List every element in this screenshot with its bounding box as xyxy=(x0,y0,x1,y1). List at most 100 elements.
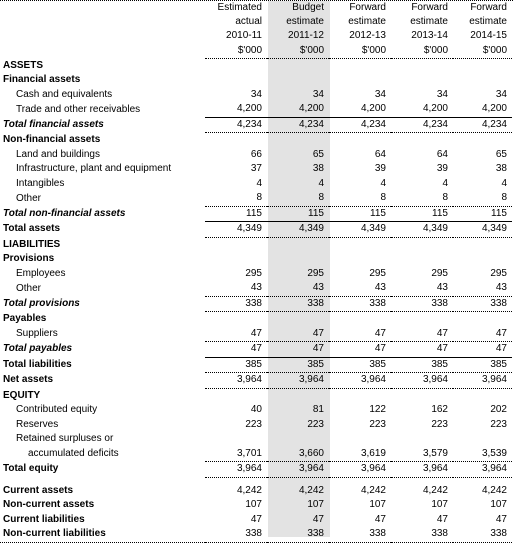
row-value: 115 xyxy=(267,206,329,223)
row-value xyxy=(205,252,267,267)
row-value xyxy=(391,73,453,88)
row-value: 202 xyxy=(490,404,507,416)
row-value: 295 xyxy=(431,267,448,279)
row-label: ASSETS xyxy=(3,59,44,71)
col-header-line1: Budget xyxy=(292,2,324,13)
row-value: 66 xyxy=(250,148,262,160)
col-header-line1: Forward xyxy=(470,2,507,13)
row-value: 115 xyxy=(391,206,453,223)
table-row: Other 43 43 43 43 43 xyxy=(0,281,512,297)
row-value xyxy=(205,58,267,73)
row-value xyxy=(453,133,512,148)
table-row: LIABILITIES xyxy=(0,237,512,252)
table-row: Payables xyxy=(0,312,512,327)
col-header-period: 2011-12 xyxy=(288,30,324,42)
row-value: 4 xyxy=(380,177,386,189)
row-value: 40 xyxy=(250,404,262,416)
row-value xyxy=(267,133,329,148)
row-value: 4,234 xyxy=(205,117,267,134)
row-value xyxy=(267,73,329,88)
row-value xyxy=(267,388,329,403)
row-value: 4,349 xyxy=(267,221,329,238)
row-value xyxy=(205,312,267,327)
table-row: Current liabilities 47 47 47 47 47 xyxy=(0,513,512,528)
row-value xyxy=(267,252,329,267)
row-label: Suppliers xyxy=(16,328,58,340)
row-value: 4,242 xyxy=(236,484,262,496)
row-value: 43 xyxy=(205,281,267,297)
table-row: Non-financial assets xyxy=(0,133,512,148)
row-value: 4,200 xyxy=(329,102,391,118)
row-label: Total provisions xyxy=(3,297,80,309)
col-header-unit: $'000 xyxy=(453,43,512,59)
row-label: Infrastructure, plant and equipment xyxy=(16,163,172,175)
row-value: 4,349 xyxy=(391,221,453,238)
col-header-period: 2010-11 xyxy=(226,30,262,42)
row-value: 3,964 xyxy=(205,461,267,478)
table-row: Total provisions 338 338 338 338 338 xyxy=(0,296,512,313)
row-value: 338 xyxy=(267,527,329,543)
row-label: Intangibles xyxy=(16,177,65,189)
row-value: 4,234 xyxy=(329,117,391,134)
col-header-line1: Estimated xyxy=(217,2,262,13)
row-value: 3,964 xyxy=(391,461,453,478)
row-label: Contributed equity xyxy=(16,404,98,416)
row-value: 4 xyxy=(501,177,507,189)
row-value: 115 xyxy=(329,206,391,223)
row-value: 38 xyxy=(312,163,324,175)
table-row: Reserves 223 223 223 223 223 xyxy=(0,418,512,433)
row-value: 223 xyxy=(307,418,324,430)
col-header-line2: estimate xyxy=(348,16,386,28)
row-value xyxy=(391,252,453,267)
row-value: 115 xyxy=(205,206,267,223)
row-value: 4 xyxy=(442,177,448,189)
row-value: 3,579 xyxy=(391,446,453,463)
row-value xyxy=(329,312,391,327)
row-value: 34 xyxy=(374,88,386,100)
row-value xyxy=(329,237,391,252)
row-value xyxy=(453,73,512,88)
table-row: Total financial assets 4,234 4,234 4,234 4,2… xyxy=(0,117,512,134)
row-value: 338 xyxy=(329,296,391,313)
table-row: Contributed equity 40 81 122 162 202 xyxy=(0,403,512,418)
row-value: 3,539 xyxy=(453,446,512,463)
row-value: 107 xyxy=(307,499,324,511)
row-value: 3,964 xyxy=(267,461,329,478)
col-header-line1: Forward xyxy=(349,2,386,13)
row-value: 385 xyxy=(205,357,267,374)
row-label: Total equity xyxy=(3,463,59,475)
row-value xyxy=(453,432,512,447)
row-value: 338 xyxy=(205,296,267,313)
row-label: Provisions xyxy=(3,253,55,265)
row-value: 47 xyxy=(205,341,267,358)
row-value: 385 xyxy=(329,357,391,374)
row-value: 8 xyxy=(391,191,453,207)
row-label: Retained surpluses or xyxy=(16,433,114,445)
row-value: 107 xyxy=(369,499,386,511)
row-value: 4,200 xyxy=(267,102,329,118)
row-label: Total financial assets xyxy=(3,118,104,130)
row-value: 4,242 xyxy=(422,484,448,496)
row-value: 4,200 xyxy=(391,102,453,118)
row-value xyxy=(205,237,267,252)
row-value: 8 xyxy=(205,191,267,207)
row-value: 47 xyxy=(205,326,267,343)
row-value: 34 xyxy=(436,88,448,100)
row-value: 47 xyxy=(267,341,329,358)
row-value xyxy=(453,58,512,73)
row-value xyxy=(391,58,453,73)
table-row: Infrastructure, plant and equipment 37 38 3… xyxy=(0,162,512,177)
row-value: 338 xyxy=(205,527,267,543)
row-value: 4,234 xyxy=(391,117,453,134)
col-header-line2: estimate xyxy=(286,16,324,28)
row-value xyxy=(267,432,329,447)
row-value: 3,964 xyxy=(453,461,512,478)
row-value xyxy=(267,58,329,73)
row-value: 4,200 xyxy=(453,102,512,118)
table-row: Cash and equivalents 34 34 34 34 34 xyxy=(0,88,512,103)
row-value: 338 xyxy=(329,527,391,543)
row-value: 223 xyxy=(369,418,386,430)
row-value xyxy=(391,133,453,148)
table-row: Total non-financial assets 115 115 115 115 11… xyxy=(0,206,512,223)
row-value xyxy=(391,432,453,447)
